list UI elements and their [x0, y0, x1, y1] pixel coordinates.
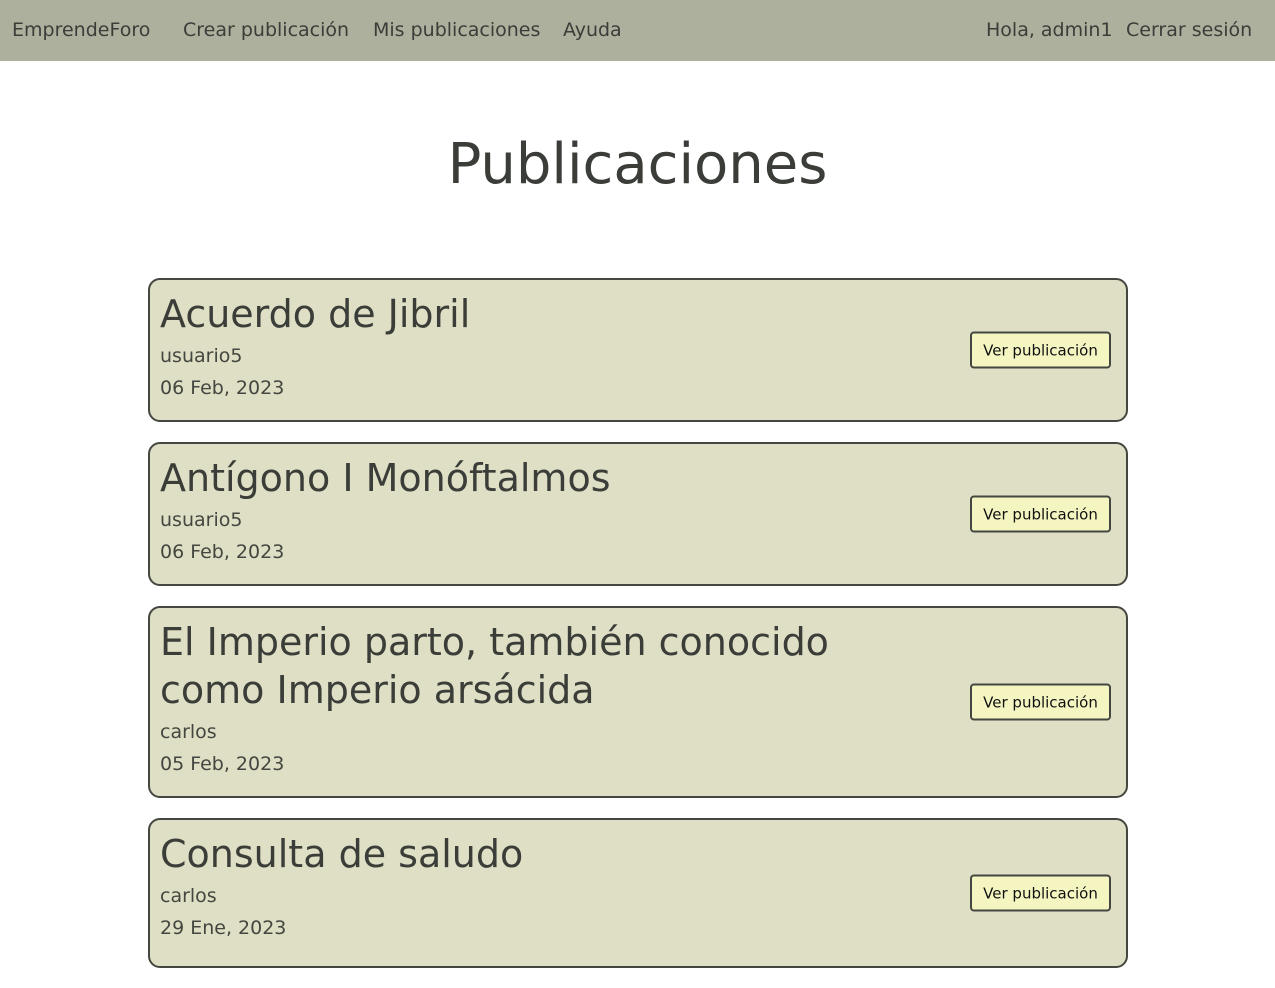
post-title: Acuerdo de Jibril: [160, 292, 471, 336]
post-title: Consulta de saludo: [160, 832, 524, 876]
nav-create-post[interactable]: Crear publicación: [183, 18, 349, 42]
post-date: 05 Feb, 2023: [160, 753, 285, 775]
post-title: El Imperio parto, también conocido como …: [160, 620, 829, 712]
post-title: Antígono I Monóftalmos: [160, 456, 611, 500]
view-post-button[interactable]: Ver publicación: [970, 874, 1111, 912]
post-date: 29 Ene, 2023: [160, 917, 287, 939]
post-date: 06 Feb, 2023: [160, 541, 285, 563]
nav-help[interactable]: Ayuda: [563, 18, 622, 42]
post-card: Consulta de saludo carlos 29 Ene, 2023 V…: [148, 818, 1128, 968]
top-navbar: EmprendeForo Crear publicación Mis publi…: [0, 0, 1275, 61]
view-post-button[interactable]: Ver publicación: [970, 495, 1111, 533]
view-post-button[interactable]: Ver publicación: [970, 683, 1111, 721]
post-date: 06 Feb, 2023: [160, 377, 285, 399]
page-title: Publicaciones: [447, 132, 828, 197]
nav-my-posts[interactable]: Mis publicaciones: [373, 18, 540, 42]
user-greeting: Hola, admin1: [986, 19, 1113, 41]
logout-link[interactable]: Cerrar sesión: [1126, 18, 1252, 42]
brand-link[interactable]: EmprendeForo: [12, 18, 150, 42]
post-author: carlos: [160, 721, 217, 743]
view-post-button[interactable]: Ver publicación: [970, 331, 1111, 369]
post-card: Antígono I Monóftalmos usuario5 06 Feb, …: [148, 442, 1128, 586]
post-card: Acuerdo de Jibril usuario5 06 Feb, 2023 …: [148, 278, 1128, 422]
post-list: Acuerdo de Jibril usuario5 06 Feb, 2023 …: [148, 278, 1128, 988]
post-card: El Imperio parto, también conocido como …: [148, 606, 1128, 798]
